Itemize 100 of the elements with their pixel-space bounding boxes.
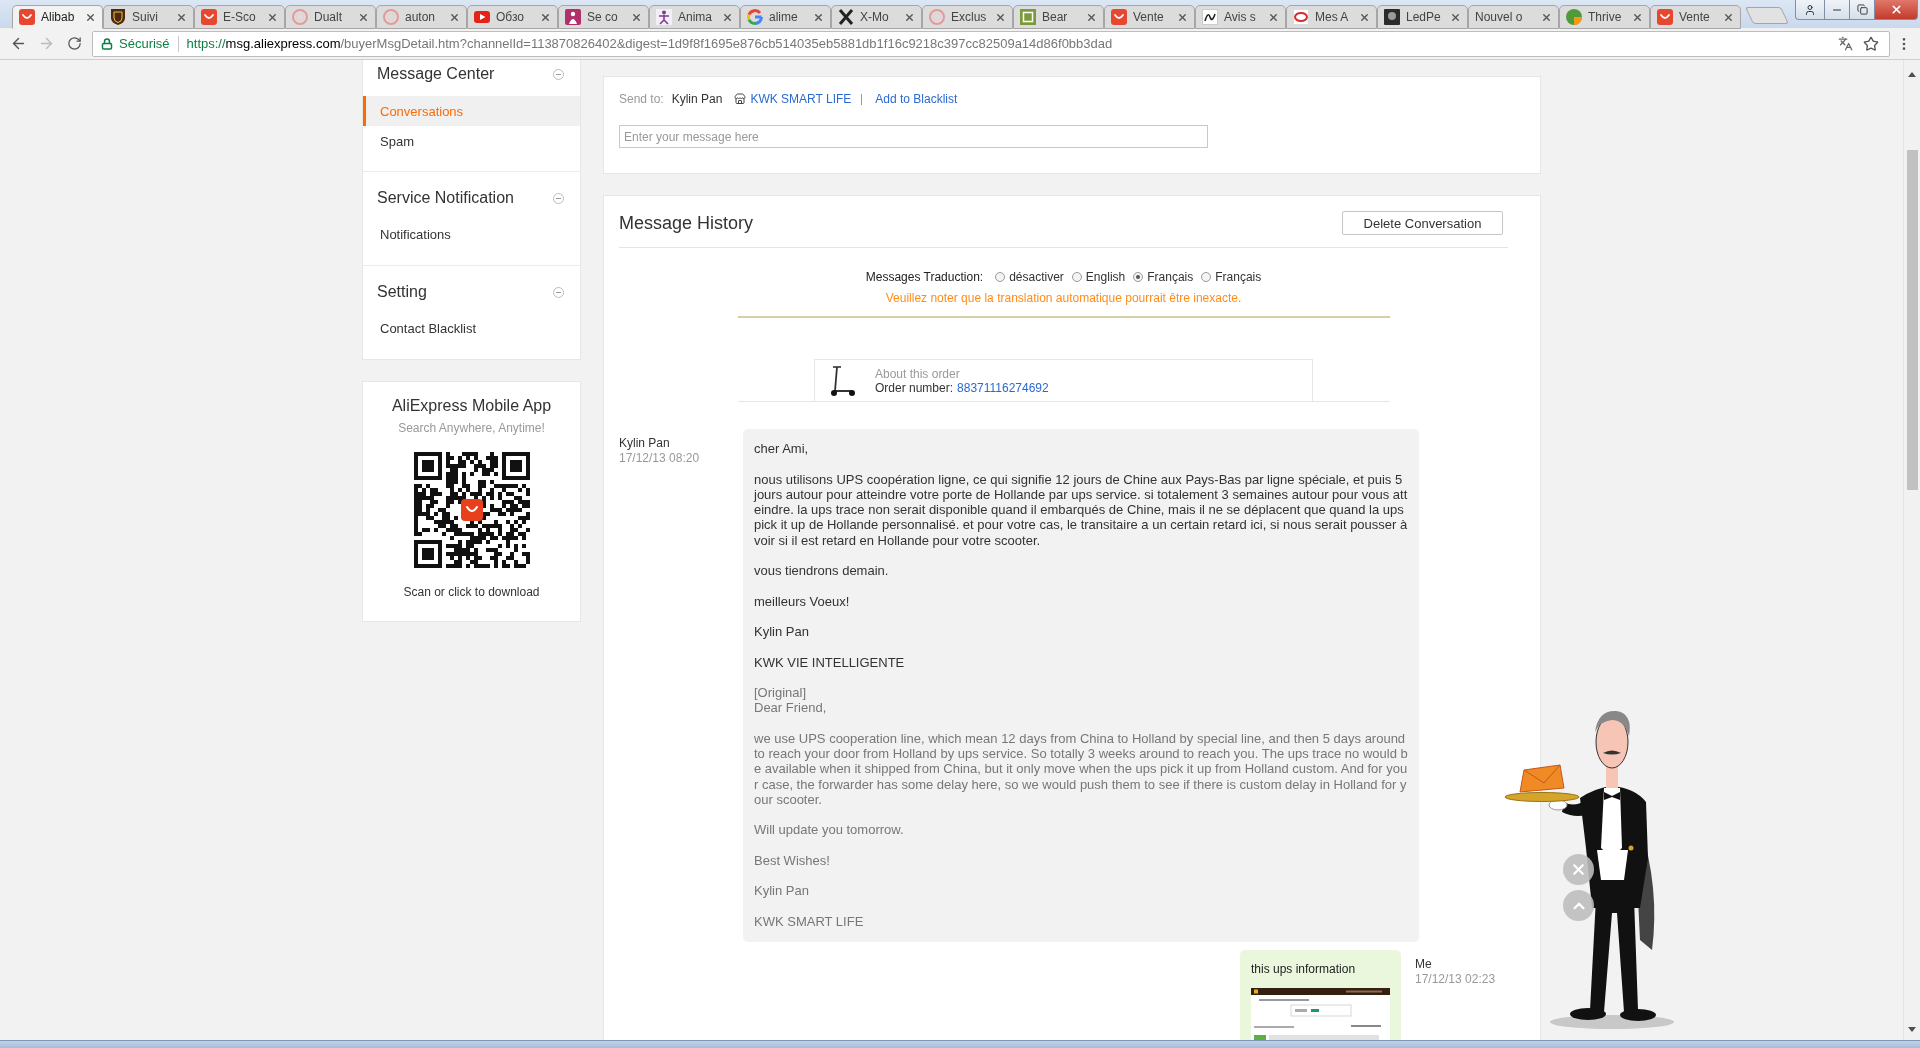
browser-tab[interactable]: Nouvel o <box>1468 5 1559 29</box>
sidebar-item[interactable]: Contact Blacklist <box>363 313 580 343</box>
stick-figure-icon <box>656 9 672 25</box>
close-icon[interactable] <box>722 11 733 23</box>
browser-tab[interactable]: Dualt <box>285 5 376 29</box>
close-icon[interactable] <box>904 11 915 23</box>
translation-option[interactable]: English <box>1071 269 1126 285</box>
radio-button[interactable] <box>1133 272 1144 282</box>
play-icon <box>474 9 490 25</box>
address-field[interactable]: Sécurisé https://msg.aliexpress.com/buyerMsgDetail.htm?channelId=113870826402&digest=1d9f8f1695e876cb514035eb5881db1f16c9218c397cc82509a14d86f0bb3dad <box>92 30 1890 57</box>
close-icon[interactable] <box>358 11 369 23</box>
close-icon[interactable] <box>449 11 460 23</box>
close-icon[interactable] <box>995 11 1006 23</box>
close-icon[interactable] <box>267 11 278 23</box>
scrollbar[interactable] <box>1903 60 1920 1040</box>
shield-icon <box>110 9 126 25</box>
original-label: [Original] <box>754 685 808 701</box>
close-icon[interactable] <box>631 11 642 23</box>
close-icon[interactable] <box>1632 11 1643 23</box>
app-promo-title: AliExpress Mobile App <box>391 396 552 416</box>
bag-logo-icon <box>1657 9 1673 25</box>
order-caption: About this order <box>875 366 961 381</box>
close-icon[interactable] <box>1541 11 1552 23</box>
close-icon[interactable] <box>85 11 96 23</box>
bookmark-star-icon[interactable] <box>1863 35 1879 52</box>
restore-button[interactable] <box>1849 0 1875 20</box>
screenshot-thumbnail[interactable] <box>1251 988 1390 1040</box>
browser-tab[interactable]: alime <box>740 5 831 29</box>
browser-tab[interactable]: Avis s <box>1195 5 1286 29</box>
order-number-label: Order number: <box>875 380 954 395</box>
order-number-link[interactable]: 88371116274692 <box>957 380 1049 395</box>
browser-tab[interactable]: Bear <box>1013 5 1104 29</box>
message-paragraph: meilleurs Voeux! <box>754 593 851 609</box>
close-icon[interactable] <box>813 11 824 23</box>
download-caption: Scan or click to download <box>403 584 540 600</box>
collapse-icon[interactable] <box>553 286 564 298</box>
send-to-label: Send to: <box>619 92 664 106</box>
collapse-icon[interactable] <box>553 68 564 80</box>
browser-tab[interactable]: Exclus <box>922 5 1013 29</box>
message-paragraph: this ups information <box>1251 961 1357 978</box>
collapse-icon[interactable] <box>553 192 564 204</box>
browser-tab[interactable]: Thrive <box>1559 5 1650 29</box>
qr-code[interactable] <box>413 452 530 568</box>
cross-logo-icon <box>838 9 854 25</box>
store-link[interactable]: KWK SMART LIFE <box>734 92 852 106</box>
sidebar-item[interactable]: Spam <box>363 126 580 156</box>
security-label: Sécurisé <box>119 36 170 51</box>
browser-tab[interactable]: Vente <box>1650 5 1741 29</box>
browser-tab[interactable]: Anima <box>649 5 740 29</box>
browser-tab[interactable]: X-Mo <box>831 5 922 29</box>
scrollbar-thumb[interactable] <box>1906 150 1918 490</box>
profile-button[interactable] <box>1795 0 1825 20</box>
close-icon[interactable] <box>1177 11 1188 23</box>
blacklist-link[interactable]: Add to Blacklist <box>875 92 958 106</box>
message-paragraph: nous utilisons UPS coopération ligne, ce qui signifie 12 jours de Chine aux Pays-Bas par ligne spéciale, et puis 5 jours autour pour atteindre votre porte de Hollande par ups service. si totalement 3 semaines autour pour vous atteindre. la ups trace non serait disponible quand il embarqués de Chine, mais il ne se déplacent que quand la ups pick it up de Hollande personnalisé. et pour votre cas, le transitaire a un certain retard ici, si nous serait pousser à voir si il est retard en Hollande pour votre scooter. <box>754 471 1408 548</box>
sidebar-item[interactable]: Notifications <box>363 219 580 249</box>
user-icon <box>1804 3 1816 16</box>
scroll-to-top-button[interactable] <box>1563 890 1594 921</box>
close-icon[interactable] <box>176 11 187 23</box>
close-icon[interactable] <box>1268 11 1279 23</box>
browser-tab[interactable]: Обзо <box>467 5 558 29</box>
close-icon[interactable] <box>1723 11 1734 23</box>
browser-tab[interactable]: E-Sco <box>194 5 285 29</box>
browser-tab[interactable]: Se co <box>558 5 649 29</box>
translate-icon[interactable] <box>1838 36 1853 51</box>
app-logo-icon <box>460 499 483 521</box>
minimize-button[interactable] <box>1824 0 1850 20</box>
lock-icon <box>101 37 113 50</box>
message-input[interactable]: Enter your message here <box>619 125 1208 148</box>
translation-option[interactable]: Français <box>1133 269 1194 285</box>
message-paragraph: Will update you tomorrow. <box>754 822 905 838</box>
close-icon[interactable] <box>1450 11 1461 23</box>
message-paragraph: Dear Friend, <box>754 700 828 716</box>
browser-tab[interactable]: auton <box>376 5 467 29</box>
close-icon <box>1889 3 1903 16</box>
radio-button[interactable] <box>995 272 1006 282</box>
close-icon[interactable] <box>1359 11 1370 23</box>
radio-button[interactable] <box>1071 272 1082 282</box>
history-title: Message History <box>619 212 754 234</box>
browser-tab[interactable]: Vente <box>1104 5 1195 29</box>
close-icon[interactable] <box>1086 11 1097 23</box>
scroll-up-arrow-icon[interactable] <box>1908 72 1916 77</box>
store-icon <box>734 93 747 105</box>
radio-button[interactable] <box>1201 272 1212 282</box>
message-time: 17/12/13 02:23 <box>1415 972 1497 987</box>
close-window-button[interactable] <box>1874 0 1918 20</box>
translation-option[interactable]: Français <box>1201 269 1262 285</box>
section-title: Service Notification <box>377 189 514 207</box>
translation-option[interactable]: désactiver <box>995 269 1064 285</box>
delete-conversation-button[interactable]: Delete Conversation <box>1342 211 1503 235</box>
message-paragraph: KWK SMART LIFE <box>754 913 865 929</box>
close-icon[interactable] <box>540 11 551 23</box>
browser-tab[interactable]: Mes A <box>1286 5 1377 29</box>
section-title: Message Center <box>377 65 495 83</box>
browser-tab[interactable]: Suivi <box>103 5 194 29</box>
close-button[interactable] <box>1563 854 1594 885</box>
bag-logo-icon <box>1111 9 1127 25</box>
browser-tab[interactable]: LedPe <box>1377 5 1468 29</box>
browser-tab[interactable]: Alibab <box>12 5 103 29</box>
scroll-down-arrow-icon[interactable] <box>1908 1027 1916 1032</box>
